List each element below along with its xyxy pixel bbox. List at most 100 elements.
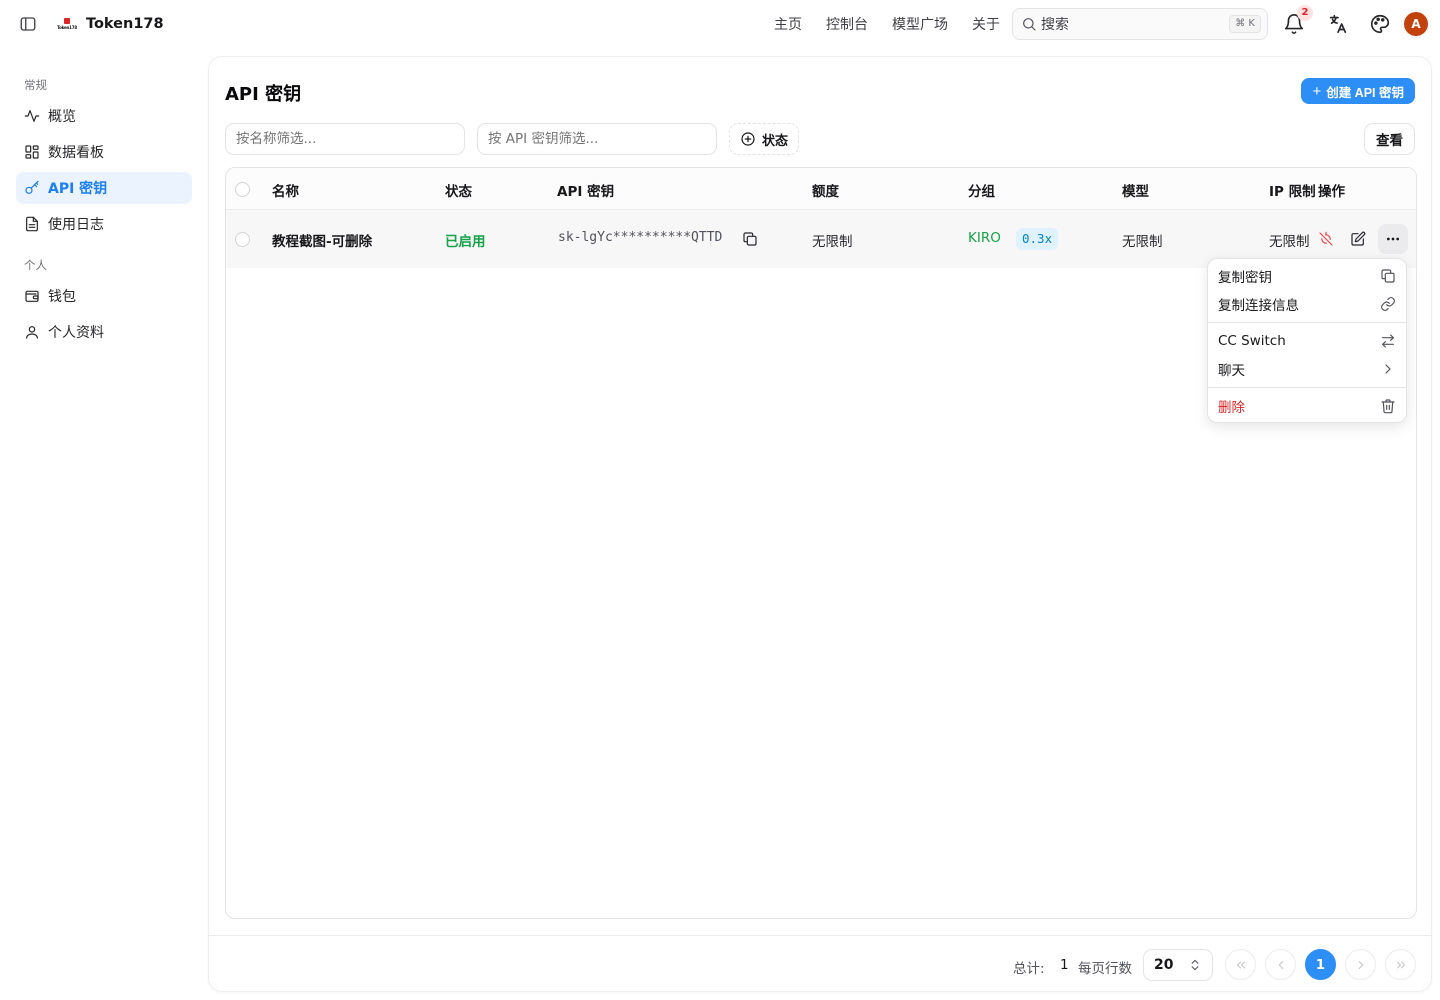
chevrons-up-down-icon [1188,958,1202,972]
status-filter-label: 状态 [762,133,789,149]
footer-divider [209,935,1431,936]
sidebar-item-profile[interactable]: 个人资料 [16,316,192,348]
view-button[interactable]: 查看 [1364,123,1415,155]
row-actions-menu: 复制密钥 复制连接信息 CC Switch 聊天 删除 [1207,258,1407,423]
user-icon [24,324,40,340]
menu-item-chat[interactable]: 聊天 [1208,356,1406,382]
plus-circle-icon [740,131,756,147]
menu-item-delete[interactable]: 删除 [1208,393,1406,419]
sidebar-section-personal: 个人 [24,258,47,272]
key-filter-input[interactable] [477,123,717,155]
sidebar-item-label: 概览 [48,109,76,125]
sidebar-item-overview[interactable]: 概览 [16,100,192,132]
column-header-name[interactable]: 名称 [272,180,299,200]
sidebar-item-label: 使用日志 [48,217,104,233]
ip-limit-value: 无限制 [1269,234,1310,250]
disable-icon[interactable] [1318,231,1334,247]
palette-icon[interactable] [1369,13,1391,35]
brand[interactable]: Token178 Token178 [56,13,164,35]
api-key-value: sk-lgYc**********QTTD [558,230,723,245]
chevrons-right-icon [1394,958,1408,972]
menu-item-cc-switch[interactable]: CC Switch [1208,328,1406,354]
menu-item-label: 聊天 [1218,363,1245,379]
column-header-models[interactable]: 模型 [1122,180,1149,200]
menu-divider [1208,387,1406,388]
search-placeholder: 搜索 [1041,17,1069,33]
sidebar-toggle-icon[interactable] [19,15,37,33]
total-count: 1 [1060,957,1069,973]
top-nav: 主页 控制台 模型广场 关于 [774,14,1024,34]
prev-page-button[interactable] [1265,949,1296,980]
sidebar-item-wallet[interactable]: 钱包 [16,280,192,312]
column-header-actions: 操作 [1318,184,1345,200]
column-header-group[interactable]: 分组 [968,180,995,200]
nav-home[interactable]: 主页 [774,14,802,34]
search-shortcut: ⌘ K [1229,15,1261,33]
column-header-status[interactable]: 状态 [445,180,472,200]
menu-item-label: 删除 [1218,400,1245,416]
name-filter-input[interactable] [225,123,465,155]
select-all-checkbox[interactable] [235,182,250,197]
notification-badge: 2 [1297,5,1313,21]
sidebar-section-general: 常规 [24,78,47,92]
sidebar-item-dashboard[interactable]: 数据看板 [16,136,192,168]
menu-divider [1208,322,1406,323]
create-api-key-button[interactable]: + 创建 API 密钥 [1301,78,1415,104]
rows-per-page-label: 每页行数 [1078,961,1132,977]
more-horizontal-icon [1385,231,1401,247]
first-page-button[interactable] [1225,949,1256,980]
models-value: 无限制 [1122,234,1163,250]
sidebar-item-api-keys[interactable]: API 密钥 [16,172,192,204]
edit-icon[interactable] [1350,231,1366,247]
brand-name: Token178 [86,16,164,32]
status-filter-button[interactable]: 状态 [729,123,800,155]
chevrons-left-icon [1234,958,1248,972]
row-checkbox[interactable] [235,232,250,247]
brand-logo: Token178 [56,13,78,35]
search-input[interactable]: 搜索 ⌘ K [1012,8,1268,40]
nav-about[interactable]: 关于 [972,14,1000,34]
avatar[interactable]: A [1404,12,1428,36]
file-text-icon [24,216,40,232]
column-header-quota[interactable]: 额度 [812,180,839,200]
translate-icon[interactable] [1327,13,1349,35]
search-icon [1021,16,1037,32]
column-header-ip-limit[interactable]: IP 限制 [1269,180,1315,200]
quota-value: 无限制 [812,234,853,250]
chevron-right-icon [1354,958,1368,972]
menu-item-label: CC Switch [1218,333,1286,349]
copy-icon[interactable] [742,231,758,247]
create-button-label: 创建 API 密钥 [1326,85,1404,100]
rows-per-page-value: 20 [1154,957,1174,973]
link-icon [1380,296,1396,312]
wallet-icon [24,288,40,304]
activity-icon [24,108,40,124]
group-ratio-badge: 0.3x [1016,228,1059,250]
key-name: 教程截图-可删除 [272,234,373,250]
next-page-button[interactable] [1345,949,1376,980]
menu-item-label: 复制密钥 [1218,270,1272,286]
sidebar-item-label: API 密钥 [48,181,108,197]
sidebar-item-label: 数据看板 [48,145,104,161]
sidebar-item-label: 钱包 [48,289,76,305]
more-actions-button[interactable] [1378,224,1408,254]
trash-icon [1380,398,1396,414]
status-badge: 已启用 [445,234,486,250]
menu-item-label: 复制连接信息 [1218,298,1299,314]
nav-model-square[interactable]: 模型广场 [892,14,948,34]
chevron-left-icon [1274,958,1288,972]
nav-console[interactable]: 控制台 [826,14,868,34]
sidebar-item-label: 个人资料 [48,325,104,341]
rows-per-page-select[interactable]: 20 [1143,949,1213,981]
menu-item-copy-key[interactable]: 复制密钥 [1208,263,1406,289]
column-header-api-key[interactable]: API 密钥 [557,180,614,200]
plus-icon: + [1312,82,1322,100]
chevron-right-icon [1380,361,1396,377]
dashboard-icon [24,144,40,160]
menu-item-copy-connection-info[interactable]: 复制连接信息 [1208,291,1406,317]
sidebar-item-usage-logs[interactable]: 使用日志 [16,208,192,240]
total-label: 总计: [1013,961,1045,977]
last-page-button[interactable] [1385,949,1416,980]
page-button-current[interactable]: 1 [1305,949,1336,980]
page-title: API 密钥 [225,84,302,105]
